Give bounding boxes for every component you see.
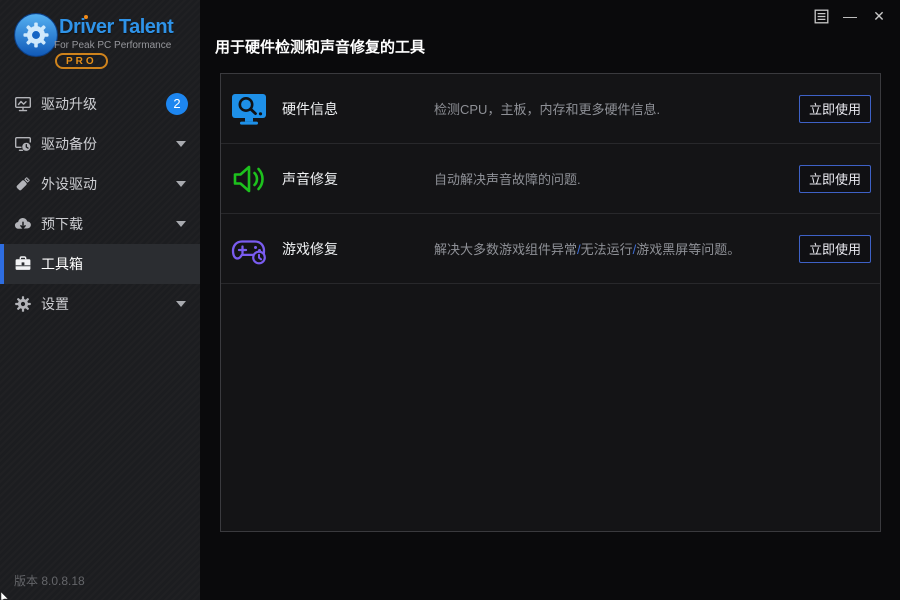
version-label: 版本 8.0.8.18	[14, 574, 85, 588]
minimize-button[interactable]: —	[842, 8, 858, 24]
sidebar-item-label: 工具箱	[41, 256, 83, 272]
caret-down-icon	[176, 181, 186, 187]
tool-row-sound-repair: 声音修复 自动解决声音故障的问题. 立即使用	[221, 144, 880, 214]
sidebar-item-peripheral-drivers[interactable]: 外设驱动	[0, 164, 200, 204]
description-segment: 无法运行	[580, 242, 633, 257]
toolbox-icon	[15, 256, 31, 270]
sidebar-item-label: 驱动升级	[41, 96, 97, 112]
minimize-icon: —	[843, 8, 857, 24]
caret-down-icon	[176, 141, 186, 147]
close-icon: ✕	[873, 8, 885, 24]
tool-name: 声音修复	[282, 170, 338, 187]
logo-gear-icon	[14, 13, 58, 57]
hardware-info-icon	[232, 93, 266, 125]
tool-row-hardware-info: 硬件信息 检测CPU，主板，内存和更多硬件信息. 立即使用	[221, 74, 880, 144]
menu-button[interactable]	[813, 8, 829, 24]
sidebar-item-label: 外设驱动	[41, 176, 97, 192]
use-now-button-game-repair[interactable]: 立即使用	[799, 234, 871, 263]
usb-drive-icon	[16, 177, 30, 191]
tool-description: 自动解决声音故障的问题.	[434, 172, 581, 187]
logo-tagline: For Peak PC Performance	[54, 40, 172, 51]
titlebar-controls: — ✕	[813, 8, 887, 24]
use-now-button-hardware-info[interactable]: 立即使用	[799, 94, 871, 123]
logo-title: Driver Talent	[59, 16, 174, 38]
tools-panel: 硬件信息 检测CPU，主板，内存和更多硬件信息. 立即使用 声音修复 自动解决声…	[220, 73, 881, 532]
sidebar-item-label: 驱动备份	[41, 136, 97, 152]
app-logo: Driver Talent For Peak PC Performance PR…	[0, 0, 200, 84]
sidebar-item-label: 预下载	[41, 216, 83, 232]
tool-description: 检测CPU，主板，内存和更多硬件信息.	[434, 102, 661, 117]
sidebar-item-label: 设置	[41, 296, 69, 312]
page-title: 用于硬件检测和声音修复的工具	[215, 39, 426, 56]
sidebar-item-driver-backup[interactable]: 驱动备份	[0, 124, 200, 164]
sidebar-item-toolbox[interactable]: 工具箱	[0, 244, 200, 284]
tool-row-game-repair: 游戏修复 解决大多数游戏组件异常/无法运行/游戏黑屏等问题。 立即使用	[221, 214, 880, 284]
window-menu-icon	[814, 9, 828, 23]
caret-down-icon	[176, 221, 186, 227]
monitor-clock-icon	[15, 137, 31, 151]
sound-repair-icon	[233, 165, 264, 192]
tool-name: 硬件信息	[282, 100, 338, 117]
game-repair-icon	[231, 239, 266, 264]
pro-badge: PRO	[55, 53, 108, 69]
description-segment: 解决大多数游戏组件异常	[434, 242, 578, 257]
sidebar-item-settings[interactable]: 设置	[0, 284, 200, 324]
sidebar-nav: 驱动升级 2 驱动备份 外设驱动 预下载 工具箱 设置	[0, 84, 200, 324]
use-now-button-sound-repair[interactable]: 立即使用	[799, 164, 871, 193]
monitor-pulse-icon	[15, 97, 32, 112]
update-count-badge: 2	[166, 93, 188, 115]
mouse-cursor	[0, 591, 9, 600]
tool-name: 游戏修复	[282, 240, 338, 257]
logo-i-dot	[84, 15, 88, 19]
description-segment: 游戏黑屏等问题。	[636, 242, 741, 257]
tool-description: 解决大多数游戏组件异常/无法运行/游戏黑屏等问题。	[434, 239, 799, 258]
driver-talent-window: Driver Talent For Peak PC Performance PR…	[0, 0, 900, 600]
gear-icon	[15, 296, 31, 312]
sidebar: Driver Talent For Peak PC Performance PR…	[0, 0, 200, 600]
caret-down-icon	[176, 301, 186, 307]
sidebar-item-predownload[interactable]: 预下载	[0, 204, 200, 244]
cloud-download-icon	[14, 217, 31, 229]
sidebar-item-driver-update[interactable]: 驱动升级 2	[0, 84, 200, 124]
close-button[interactable]: ✕	[871, 8, 887, 24]
